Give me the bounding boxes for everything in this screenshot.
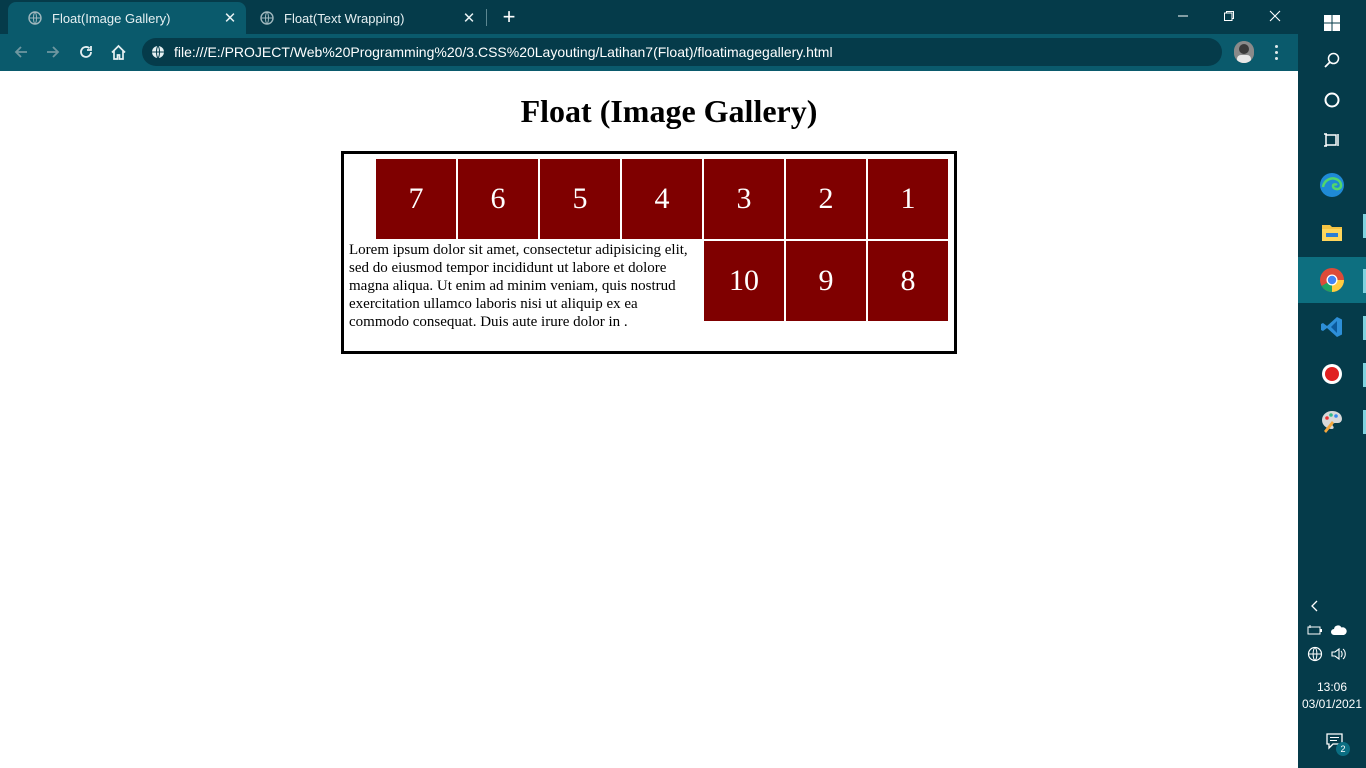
task-view-icon[interactable] <box>1298 117 1366 163</box>
minimize-icon[interactable] <box>1160 0 1206 32</box>
chrome-icon[interactable] <box>1298 257 1366 303</box>
gallery-tile: 6 <box>458 159 538 239</box>
page-title: Float (Image Gallery) <box>520 93 818 129</box>
battery-icon[interactable] <box>1306 621 1324 639</box>
vscode-icon[interactable] <box>1298 304 1366 350</box>
kebab-menu-icon[interactable] <box>1268 42 1284 62</box>
gallery-tile: 5 <box>540 159 620 239</box>
screen-recorder-icon[interactable] <box>1298 351 1366 397</box>
gallery-tile: 9 <box>786 241 866 321</box>
file-explorer-icon[interactable] <box>1298 209 1366 255</box>
gallery-tile: 7 <box>376 159 456 239</box>
arrow-left-icon[interactable] <box>8 39 34 65</box>
notification-center-icon[interactable]: 2 <box>1322 730 1350 756</box>
restore-icon[interactable] <box>1206 0 1252 32</box>
reload-icon[interactable] <box>73 39 99 65</box>
page-viewport: Float (Image Gallery) 7 6 5 4 3 2 1 10 9… <box>0 71 1298 768</box>
tab-text-wrapping[interactable]: Float(Text Wrapping) ✕ <box>247 2 485 34</box>
close-tab-icon[interactable]: ✕ <box>222 10 238 27</box>
address-url[interactable]: file:///E:/PROJECT/Web%20Programming%20/… <box>174 44 833 60</box>
clock-date[interactable]: 03/01/2021 <box>1298 697 1366 711</box>
edge-icon[interactable] <box>1298 162 1366 208</box>
gallery-tile: 3 <box>704 159 784 239</box>
wrapped-paragraph: Lorem ipsum dolor sit amet, consectetur … <box>349 242 688 330</box>
gallery-tile: 8 <box>868 241 948 321</box>
home-icon[interactable] <box>105 39 131 65</box>
gallery-container: 7 6 5 4 3 2 1 10 9 8 Lorem ipsum dolor s… <box>341 151 957 354</box>
notification-count-badge: 2 <box>1336 742 1350 756</box>
globe-icon <box>260 11 274 25</box>
gallery-tile: 4 <box>622 159 702 239</box>
tab-title: Float(Image Gallery) <box>52 10 171 26</box>
avatar[interactable] <box>1234 41 1254 63</box>
gallery-tile: 2 <box>786 159 866 239</box>
chevron-left-icon[interactable] <box>1306 597 1324 615</box>
address-bar[interactable]: file:///E:/PROJECT/Web%20Programming%20/… <box>142 38 1222 66</box>
tab-separator <box>486 9 487 26</box>
clock-time[interactable]: 13:06 <box>1298 680 1366 694</box>
tab-image-gallery[interactable]: Float(Image Gallery) ✕ <box>8 2 246 34</box>
close-window-icon[interactable] <box>1252 0 1298 32</box>
plus-icon[interactable]: + <box>498 4 520 29</box>
windows-taskbar: 13:06 03/01/2021 2 <box>1298 0 1366 768</box>
gallery-tile: 1 <box>868 159 948 239</box>
volume-icon[interactable] <box>1330 645 1348 663</box>
paint-icon[interactable] <box>1298 398 1366 444</box>
tab-title: Float(Text Wrapping) <box>284 10 405 26</box>
arrow-right-icon[interactable] <box>40 39 66 65</box>
close-tab-icon[interactable]: ✕ <box>461 10 477 27</box>
gallery-tile: 10 <box>704 241 784 321</box>
cloud-icon[interactable] <box>1330 621 1348 639</box>
network-globe-icon[interactable] <box>1306 645 1324 663</box>
tab-strip: Float(Image Gallery) ✕ Float(Text Wrappi… <box>0 0 1298 34</box>
globe-icon <box>28 11 42 25</box>
globe-icon[interactable] <box>151 45 165 59</box>
browser-window: Float(Image Gallery) ✕ Float(Text Wrappi… <box>0 0 1298 768</box>
